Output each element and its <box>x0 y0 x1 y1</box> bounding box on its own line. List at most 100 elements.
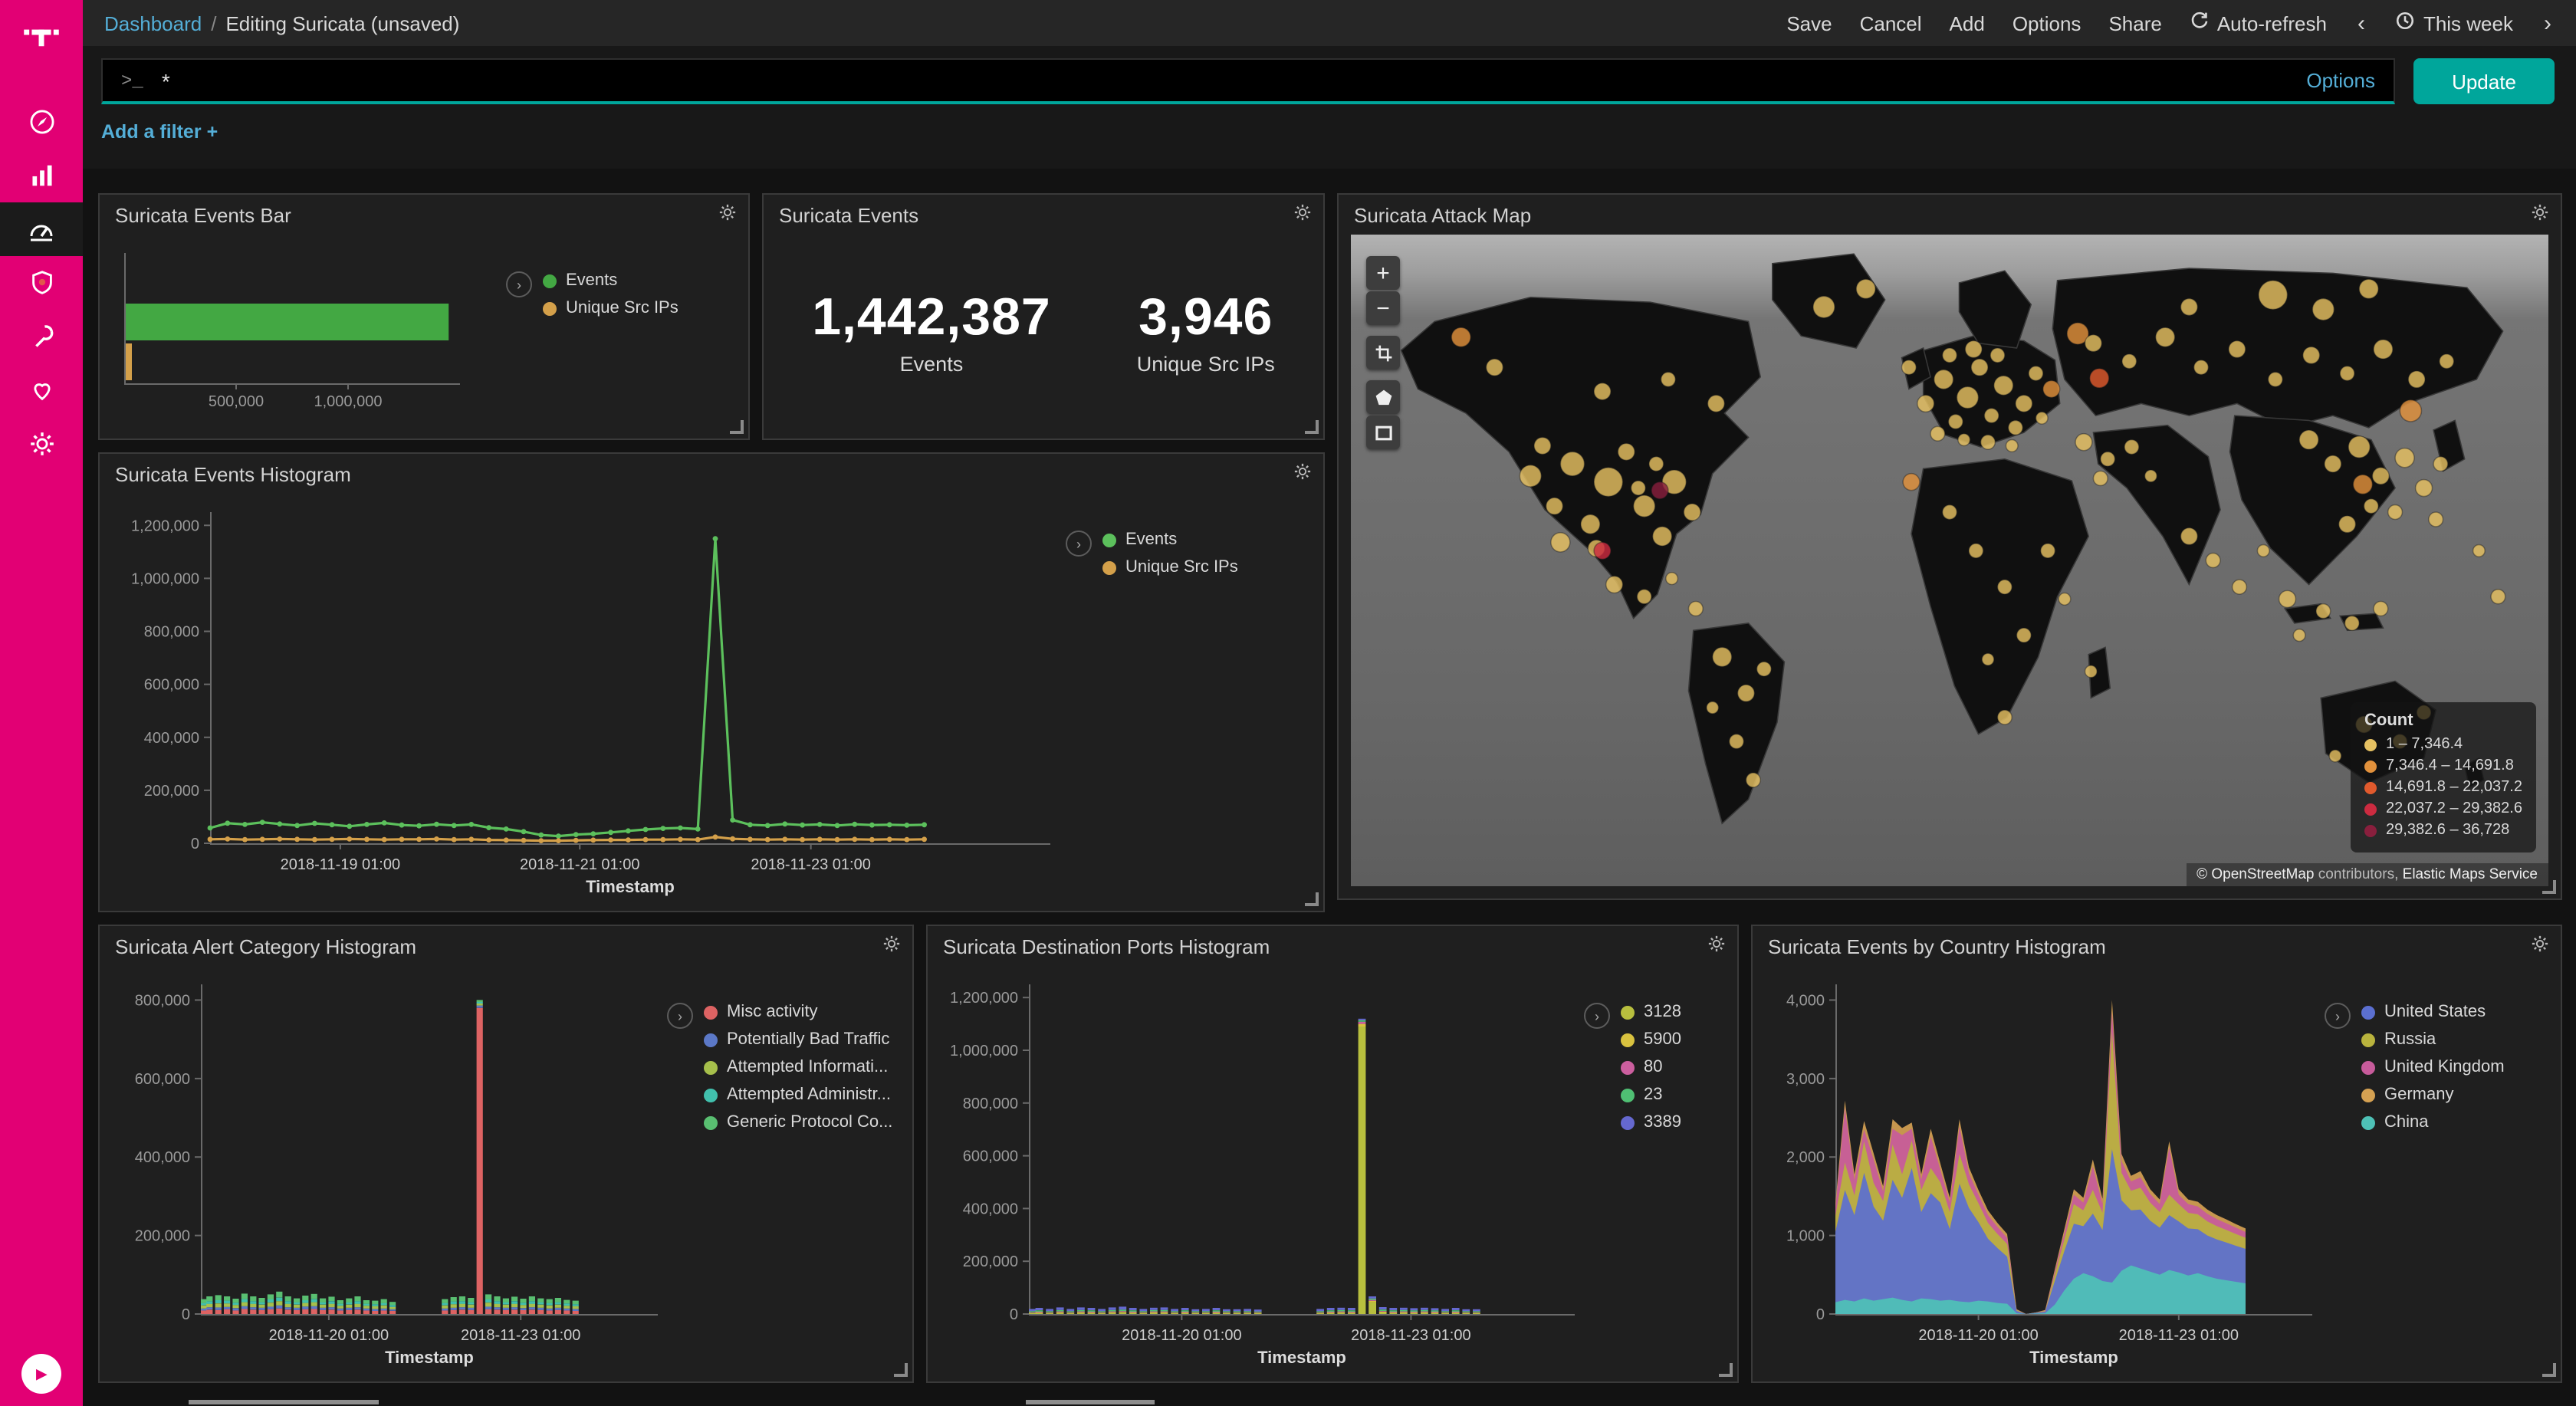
alert-category-chart[interactable]: 0200,000400,000600,000800,0002018-11-20 … <box>112 969 667 1369</box>
time-next-button[interactable]: › <box>2541 10 2555 36</box>
legend-item[interactable]: United States <box>2361 1003 2505 1021</box>
bar-chart-icon <box>27 161 56 190</box>
destination-ports-chart[interactable]: 0200,000400,000600,000800,0001,000,0001,… <box>940 969 1584 1369</box>
breadcrumb-dashboard-link[interactable]: Dashboard <box>104 11 202 34</box>
zoom-in-button[interactable]: + <box>1366 256 1400 290</box>
legend-color-dot <box>2364 803 2377 815</box>
resize-handle[interactable] <box>1305 892 1319 906</box>
options-button[interactable]: Options <box>2013 11 2082 34</box>
panel-gear-icon[interactable] <box>1293 462 1313 489</box>
sidebar-item-dashboard[interactable] <box>0 202 83 256</box>
draw-rectangle-button[interactable] <box>1366 416 1400 449</box>
svg-text:1,200,000: 1,200,000 <box>131 517 199 534</box>
add-button[interactable]: Add <box>1950 11 1985 34</box>
time-prev-button[interactable]: ‹ <box>2354 10 2368 36</box>
legend-color-dot <box>2364 781 2377 793</box>
svg-text:2018-11-23 01:00: 2018-11-23 01:00 <box>461 1327 580 1344</box>
legend-item[interactable]: Events <box>543 271 678 290</box>
share-button[interactable]: Share <box>2108 11 2161 34</box>
sidebar-item-monitoring[interactable] <box>0 363 83 417</box>
legend-item[interactable]: 23 <box>1621 1086 1681 1104</box>
legend-item[interactable]: 3128 <box>1621 1003 1681 1021</box>
events-bar-chart[interactable]: 500,0001,000,000 <box>112 238 506 426</box>
legend-item[interactable]: 22,037.2 – 29,382.6 <box>2364 800 2522 817</box>
save-button[interactable]: Save <box>1786 11 1832 34</box>
panel-gear-icon[interactable] <box>1293 202 1313 230</box>
auto-refresh-button[interactable]: Auto-refresh <box>2190 11 2327 35</box>
panel-title: Suricata Events <box>779 204 918 227</box>
zoom-out-button[interactable]: − <box>1366 291 1400 325</box>
legend-item[interactable]: Potentially Bad Traffic <box>704 1030 892 1049</box>
panel-gear-icon[interactable] <box>1707 934 1727 961</box>
sidebar-item-management[interactable] <box>0 417 83 471</box>
resize-handle[interactable] <box>2542 1363 2556 1377</box>
sidebar-item-security-app[interactable] <box>0 256 83 310</box>
svg-text:800,000: 800,000 <box>963 1096 1018 1112</box>
legend-toggle-icon[interactable]: › <box>506 271 532 297</box>
legend-item[interactable]: Russia <box>2361 1030 2505 1049</box>
legend-item[interactable]: United Kingdom <box>2361 1058 2505 1076</box>
legend-toggle-icon[interactable]: › <box>2325 1003 2351 1029</box>
events-histogram-chart[interactable]: 0200,000400,000600,000800,0001,000,0001,… <box>112 497 1066 898</box>
legend-item[interactable]: Events <box>1102 531 1238 549</box>
legend-item[interactable]: 7,346.4 – 14,691.8 <box>2364 757 2522 774</box>
resize-handle[interactable] <box>1719 1363 1733 1377</box>
legend-toggle-icon[interactable]: › <box>667 1003 693 1029</box>
legend-item[interactable]: Misc activity <box>704 1003 892 1021</box>
terminal-prompt-icon: >_ <box>121 70 143 91</box>
openstreetmap-link[interactable]: © OpenStreetMap <box>2196 866 2314 883</box>
draw-polygon-button[interactable] <box>1366 380 1400 414</box>
panel-gear-icon[interactable] <box>2530 934 2550 961</box>
collapse-sidebar-button[interactable]: ▸ <box>21 1354 61 1394</box>
legend-item[interactable]: 14,691.8 – 22,037.2 <box>2364 779 2522 796</box>
legend-color-dot <box>1621 1005 1635 1019</box>
legend-color-dot <box>1621 1088 1635 1102</box>
panel-gear-icon[interactable] <box>718 202 738 230</box>
legend-item[interactable]: 5900 <box>1621 1030 1681 1049</box>
query-value[interactable]: * <box>162 68 2307 93</box>
legend-item[interactable]: Germany <box>2361 1086 2505 1104</box>
resize-handle[interactable] <box>1305 420 1319 434</box>
legend-item[interactable]: Attempted Informati... <box>704 1058 892 1076</box>
legend-item[interactable]: Unique Src IPs <box>543 299 678 317</box>
legend-item[interactable]: Attempted Administr... <box>704 1086 892 1104</box>
legend-toggle-icon[interactable]: › <box>1584 1003 1610 1029</box>
svg-text:0: 0 <box>1816 1306 1825 1323</box>
sidebar-item-discover[interactable] <box>0 95 83 149</box>
update-button[interactable]: Update <box>2413 58 2555 104</box>
panel-gear-icon[interactable] <box>882 934 902 961</box>
clock-icon <box>2396 11 2416 35</box>
attack-map[interactable]: + − <box>1351 235 2548 886</box>
legend-item[interactable]: 29,382.6 – 36,728 <box>2364 822 2522 839</box>
svg-text:2018-11-23 01:00: 2018-11-23 01:00 <box>2119 1327 2239 1344</box>
events-by-country-chart[interactable]: 01,0002,0003,0004,0002018-11-20 01:00201… <box>1765 969 2325 1369</box>
svg-text:500,000: 500,000 <box>209 393 264 410</box>
legend-item[interactable]: Generic Protocol Co... <box>704 1113 892 1132</box>
cancel-button[interactable]: Cancel <box>1860 11 1922 34</box>
sidebar-item-visualize[interactable] <box>0 149 83 202</box>
sidebar-item-dev-tools[interactable] <box>0 310 83 363</box>
metric-events: 1,442,387 Events <box>812 288 1051 376</box>
search-query-input[interactable]: >_ * Options <box>101 58 2395 104</box>
legend-toggle-icon[interactable]: › <box>1066 531 1092 557</box>
add-filter-link[interactable]: Add a filter + <box>101 121 218 143</box>
query-options-link[interactable]: Options <box>2306 69 2375 92</box>
svg-text:200,000: 200,000 <box>135 1228 190 1245</box>
t-mobile-logo[interactable] <box>21 14 61 61</box>
resize-handle[interactable] <box>730 420 744 434</box>
legend-color-dot <box>1621 1115 1635 1129</box>
wrench-icon <box>27 322 56 351</box>
time-range-button[interactable]: This week <box>2396 11 2513 35</box>
legend-item[interactable]: Unique Src IPs <box>1102 558 1238 577</box>
legend-item[interactable]: China <box>2361 1113 2505 1132</box>
legend-item[interactable]: 80 <box>1621 1058 1681 1076</box>
chart-legend: Events Unique Src IPs <box>1102 531 1238 586</box>
resize-handle[interactable] <box>894 1363 908 1377</box>
fit-bounds-button[interactable] <box>1366 336 1400 370</box>
legend-item[interactable]: 3389 <box>1621 1113 1681 1132</box>
panel-gear-icon[interactable] <box>2530 202 2550 230</box>
panel-suricata-attack-map: Suricata Attack Map <box>1337 193 2562 900</box>
legend-item[interactable]: 1 – 7,346.4 <box>2364 736 2522 753</box>
elastic-maps-service-link[interactable]: Elastic Maps Service <box>2403 866 2538 883</box>
legend-label: Unique Src IPs <box>1125 558 1238 577</box>
